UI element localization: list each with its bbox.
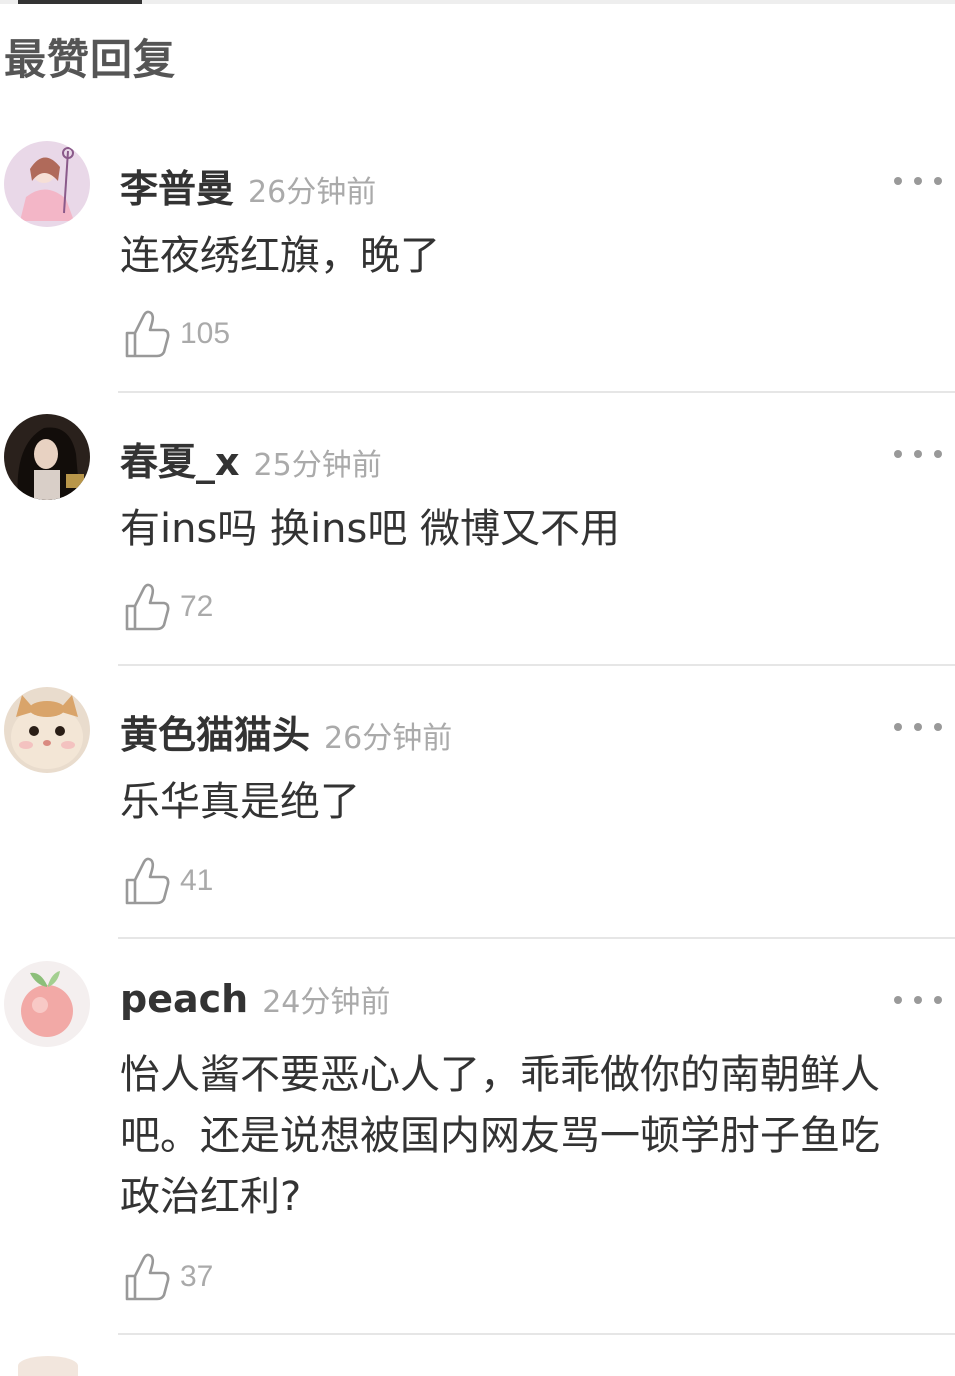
username[interactable]: 春夏_x 25分钟前 xyxy=(120,431,382,486)
more-options-icon[interactable] xyxy=(890,712,946,742)
comment-text: 连夜绣红旗，晚了 xyxy=(120,233,440,279)
thumbs-up-icon xyxy=(125,310,170,358)
username-text[interactable]: peach xyxy=(120,977,248,1021)
comment-text: 怡人酱不要恶心人了，乖乖做你的南朝鲜人 吧。还是说想被国内网友骂一顿学肘子鱼吃 … xyxy=(120,1045,940,1228)
thumbs-up-icon xyxy=(125,583,170,631)
like-button[interactable]: 37 xyxy=(124,1251,213,1303)
username[interactable]: 黄色猫猫头 26分钟前 xyxy=(120,704,452,759)
thumbs-up-icon xyxy=(125,857,170,905)
timestamp: 26分钟前 xyxy=(324,721,453,756)
more-options-icon[interactable] xyxy=(890,985,946,1015)
username-text[interactable]: 黄色猫猫头 xyxy=(120,713,310,757)
divider xyxy=(118,664,955,666)
comment-text-line: 吧。还是说想被国内网友骂一顿学肘子鱼吃 xyxy=(120,1113,880,1159)
avatar[interactable] xyxy=(4,141,90,227)
avatar[interactable] xyxy=(4,961,90,1047)
username-text[interactable]: 李普曼 xyxy=(120,167,234,211)
thumbs-up-icon xyxy=(125,1253,170,1301)
tab-indicator xyxy=(18,0,142,4)
timestamp: 26分钟前 xyxy=(248,175,377,210)
avatar[interactable] xyxy=(4,414,90,500)
like-count: 41 xyxy=(180,864,214,897)
avatar[interactable] xyxy=(4,687,90,773)
divider xyxy=(118,391,955,393)
comment-text: 乐华真是绝了 xyxy=(120,779,360,825)
timestamp: 24分钟前 xyxy=(262,985,391,1020)
top-rule xyxy=(0,0,955,4)
username[interactable]: peach 24分钟前 xyxy=(120,977,390,1021)
username[interactable]: 李普曼 26分钟前 xyxy=(120,158,376,213)
like-count: 105 xyxy=(180,317,231,350)
divider xyxy=(118,1333,955,1335)
section-title: 最赞回复 xyxy=(4,35,177,84)
like-button[interactable]: 41 xyxy=(124,855,213,907)
comment-text-line: 政治红利? xyxy=(120,1174,302,1220)
more-options-icon[interactable] xyxy=(890,439,946,469)
like-button[interactable]: 72 xyxy=(124,581,213,633)
username-text[interactable]: 春夏_x xyxy=(120,440,240,484)
timestamp: 25分钟前 xyxy=(253,448,382,483)
avatar[interactable] xyxy=(18,1356,78,1376)
like-button[interactable]: 105 xyxy=(124,308,230,360)
comment-text-line: 怡人酱不要恶心人了，乖乖做你的南朝鲜人 xyxy=(120,1052,880,1098)
comment-text: 有ins吗 换ins吧 微博又不用 xyxy=(120,506,621,552)
more-options-icon[interactable] xyxy=(890,166,946,196)
divider xyxy=(118,937,955,939)
like-count: 37 xyxy=(180,1260,214,1293)
like-count: 72 xyxy=(180,590,214,623)
